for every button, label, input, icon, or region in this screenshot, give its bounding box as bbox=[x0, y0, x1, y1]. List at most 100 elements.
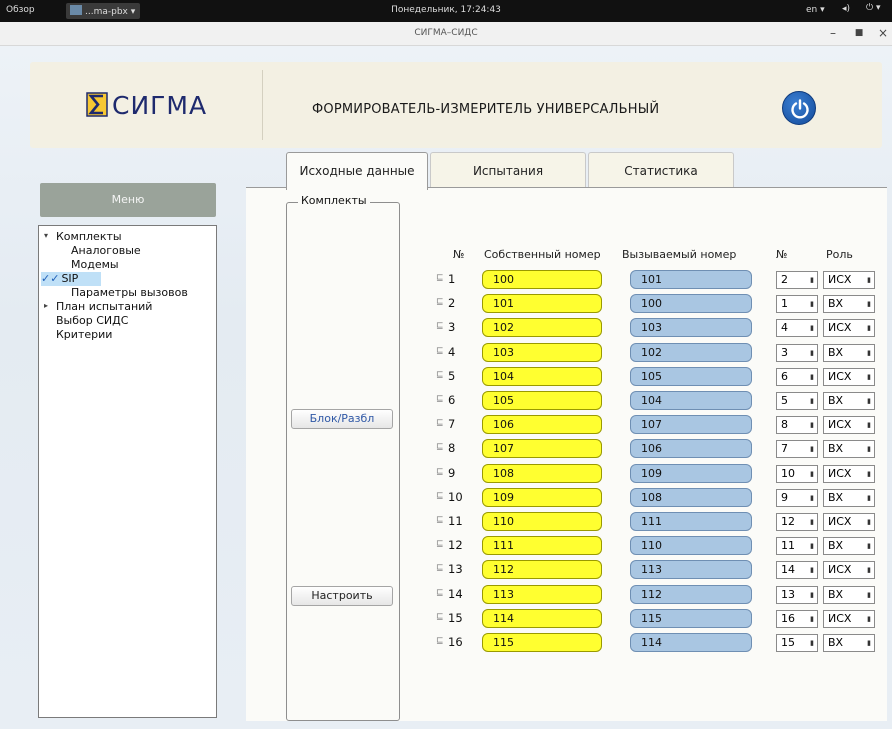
called-number-field[interactable]: 102 bbox=[630, 342, 752, 362]
spin-arrow-icon[interactable]: ▮ bbox=[810, 466, 814, 482]
dropdown-arrow-icon[interactable]: ▮ bbox=[867, 635, 871, 651]
own-number-field[interactable]: 110 bbox=[482, 512, 602, 531]
role-select[interactable]: ВХ ▮ bbox=[823, 634, 875, 652]
role-select[interactable]: ИСХ ▮ bbox=[823, 367, 875, 386]
dropdown-arrow-icon[interactable]: ▮ bbox=[867, 514, 871, 530]
own-number-field[interactable]: 115 bbox=[482, 633, 602, 652]
role-select[interactable]: ИСХ ▮ bbox=[823, 271, 875, 289]
dropdown-arrow-icon[interactable]: ▮ bbox=[867, 296, 871, 312]
spin-arrow-icon[interactable]: ▮ bbox=[810, 490, 814, 506]
expand-arrow-icon[interactable]: ▾ bbox=[44, 231, 48, 240]
spin-arrow-icon[interactable]: ▮ bbox=[810, 514, 814, 530]
tab-statistics[interactable]: Статистика bbox=[588, 152, 734, 188]
menu-item-sets[interactable]: Комплекты bbox=[56, 230, 122, 244]
own-number-field[interactable]: 102 bbox=[482, 318, 602, 338]
clock[interactable]: Понедельник, 17:24:43 bbox=[0, 5, 892, 15]
role-select[interactable]: ИСХ ▮ bbox=[823, 416, 875, 435]
spin-arrow-icon[interactable]: ▮ bbox=[810, 587, 814, 603]
pair-spinbox[interactable]: 10 ▮ bbox=[776, 464, 818, 483]
own-number-field[interactable]: 105 bbox=[482, 391, 602, 410]
pair-spinbox[interactable]: 9 ▮ bbox=[776, 488, 818, 507]
own-number-field[interactable]: 104 bbox=[482, 366, 602, 386]
own-number-field[interactable]: 103 bbox=[482, 342, 602, 362]
pair-spinbox[interactable]: 4 ▮ bbox=[776, 319, 818, 338]
called-number-field[interactable]: 111 bbox=[630, 512, 752, 531]
pair-spinbox[interactable]: 14 ▮ bbox=[776, 561, 818, 580]
menu-item-sip[interactable]: ✓✓ SIP bbox=[41, 272, 101, 286]
spin-arrow-icon[interactable]: ▮ bbox=[810, 441, 814, 457]
dropdown-arrow-icon[interactable]: ▮ bbox=[867, 441, 871, 457]
called-number-field[interactable]: 113 bbox=[630, 560, 752, 580]
role-select[interactable]: ВХ ▮ bbox=[823, 392, 875, 410]
called-number-field[interactable]: 107 bbox=[630, 415, 752, 435]
own-number-field[interactable]: 106 bbox=[482, 415, 602, 435]
pair-spinbox[interactable]: 6 ▮ bbox=[776, 367, 818, 386]
role-select[interactable]: ВХ ▮ bbox=[823, 440, 875, 459]
own-number-field[interactable]: 107 bbox=[482, 439, 602, 459]
called-number-field[interactable]: 103 bbox=[630, 318, 752, 338]
pair-spinbox[interactable]: 7 ▮ bbox=[776, 440, 818, 459]
dropdown-arrow-icon[interactable]: ▮ bbox=[867, 466, 871, 482]
pair-spinbox[interactable]: 5 ▮ bbox=[776, 392, 818, 410]
dropdown-arrow-icon[interactable]: ▮ bbox=[867, 272, 871, 288]
pair-spinbox[interactable]: 1 ▮ bbox=[776, 295, 818, 314]
dropdown-arrow-icon[interactable]: ▮ bbox=[867, 538, 871, 554]
dropdown-arrow-icon[interactable]: ▮ bbox=[867, 393, 871, 409]
language-selector[interactable]: en ▾ bbox=[806, 5, 825, 15]
pair-spinbox[interactable]: 16 ▮ bbox=[776, 609, 818, 628]
own-number-field[interactable]: 100 bbox=[482, 270, 602, 289]
pair-spinbox[interactable]: 12 ▮ bbox=[776, 513, 818, 531]
maximize-button[interactable]: ■ bbox=[852, 28, 866, 38]
called-number-field[interactable]: 109 bbox=[630, 463, 752, 483]
spin-arrow-icon[interactable]: ▮ bbox=[810, 296, 814, 312]
system-power-icon[interactable]: ⏻ ▾ bbox=[866, 3, 881, 13]
role-select[interactable]: ВХ ▮ bbox=[823, 537, 875, 556]
called-number-field[interactable]: 106 bbox=[630, 439, 752, 459]
own-number-field[interactable]: 108 bbox=[482, 463, 602, 483]
role-select[interactable]: ИСХ ▮ bbox=[823, 513, 875, 531]
role-select[interactable]: ИСХ ▮ bbox=[823, 561, 875, 580]
dropdown-arrow-icon[interactable]: ▮ bbox=[867, 417, 871, 433]
called-number-field[interactable]: 112 bbox=[630, 584, 752, 604]
own-number-field[interactable]: 111 bbox=[482, 536, 602, 556]
menu-item-criteria[interactable]: Критерии bbox=[56, 328, 112, 342]
dropdown-arrow-icon[interactable]: ▮ bbox=[867, 369, 871, 385]
spin-arrow-icon[interactable]: ▮ bbox=[810, 562, 814, 578]
pair-spinbox[interactable]: 3 ▮ bbox=[776, 343, 818, 362]
pair-spinbox[interactable]: 8 ▮ bbox=[776, 416, 818, 435]
spin-arrow-icon[interactable]: ▮ bbox=[810, 345, 814, 361]
menu-item-sids-select[interactable]: Выбор СИДС bbox=[56, 314, 128, 328]
tab-tests[interactable]: Испытания bbox=[430, 152, 586, 188]
dropdown-arrow-icon[interactable]: ▮ bbox=[867, 345, 871, 361]
collapse-arrow-icon[interactable]: ▸ bbox=[44, 301, 48, 310]
role-select[interactable]: ИСХ ▮ bbox=[823, 319, 875, 338]
spin-arrow-icon[interactable]: ▮ bbox=[810, 393, 814, 409]
called-number-field[interactable]: 108 bbox=[630, 487, 752, 507]
spin-arrow-icon[interactable]: ▮ bbox=[810, 369, 814, 385]
spin-arrow-icon[interactable]: ▮ bbox=[810, 272, 814, 288]
dropdown-arrow-icon[interactable]: ▮ bbox=[867, 490, 871, 506]
own-number-field[interactable]: 114 bbox=[482, 608, 602, 628]
called-number-field[interactable]: 101 bbox=[630, 270, 752, 289]
close-button[interactable]: × bbox=[876, 26, 890, 40]
own-number-field[interactable]: 112 bbox=[482, 560, 602, 580]
own-number-field[interactable]: 101 bbox=[482, 294, 602, 314]
tab-source-data[interactable]: Исходные данные bbox=[286, 152, 428, 190]
pair-spinbox[interactable]: 2 ▮ bbox=[776, 271, 818, 289]
called-number-field[interactable]: 114 bbox=[630, 633, 752, 652]
dropdown-arrow-icon[interactable]: ▮ bbox=[867, 611, 871, 627]
called-number-field[interactable]: 110 bbox=[630, 536, 752, 556]
menu-item-modems[interactable]: Модемы bbox=[71, 258, 119, 272]
spin-arrow-icon[interactable]: ▮ bbox=[810, 417, 814, 433]
pair-spinbox[interactable]: 13 ▮ bbox=[776, 585, 818, 604]
menu-item-analog[interactable]: Аналоговые bbox=[71, 244, 141, 258]
spin-arrow-icon[interactable]: ▮ bbox=[810, 320, 814, 336]
own-number-field[interactable]: 113 bbox=[482, 584, 602, 604]
spin-arrow-icon[interactable]: ▮ bbox=[810, 635, 814, 651]
role-select[interactable]: ВХ ▮ bbox=[823, 488, 875, 507]
called-number-field[interactable]: 104 bbox=[630, 391, 752, 410]
power-button[interactable] bbox=[782, 91, 816, 125]
called-number-field[interactable]: 100 bbox=[630, 294, 752, 314]
dropdown-arrow-icon[interactable]: ▮ bbox=[867, 562, 871, 578]
called-number-field[interactable]: 115 bbox=[630, 608, 752, 628]
